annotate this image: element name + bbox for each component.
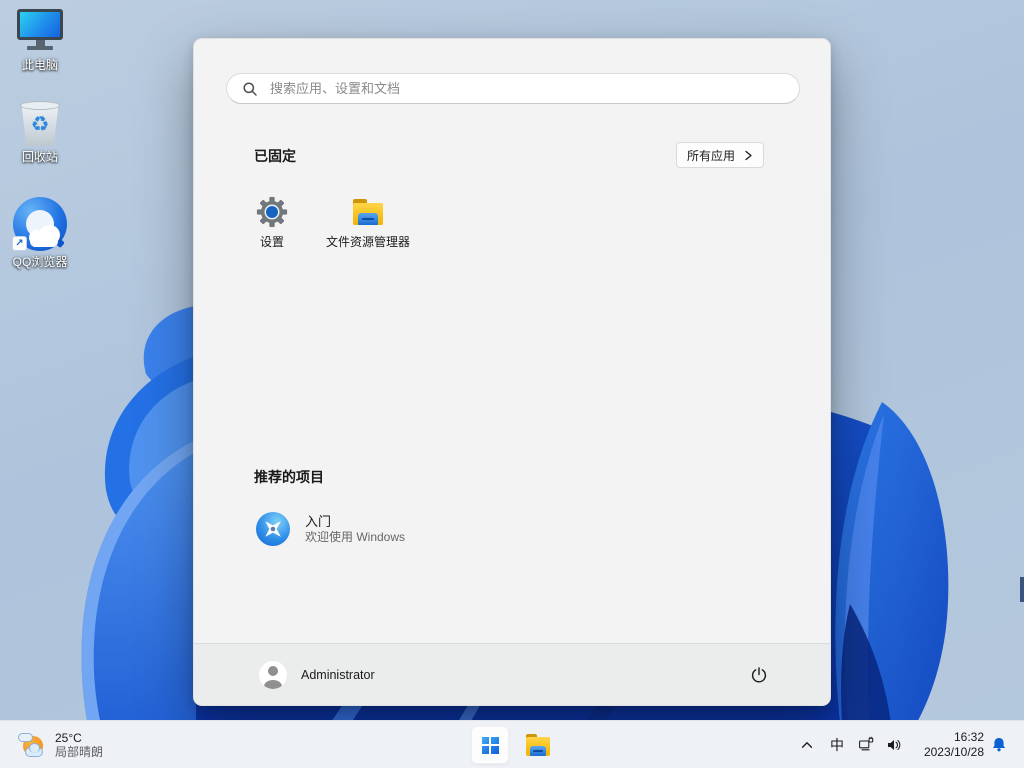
desktop-screen: 此电脑 ♻ 回收站 ↗ QQ浏览器 已固定 [0,0,1024,768]
all-apps-button[interactable]: 所有应用 [675,142,764,168]
chevron-up-icon [801,742,813,748]
search-box[interactable] [226,73,800,104]
desktop-icon-qq-browser[interactable]: ↗ QQ浏览器 [1,196,79,269]
pinned-header: 已固定 [254,148,296,164]
desktop-icon-this-pc[interactable]: 此电脑 [1,9,79,72]
pinned-app-settings[interactable]: 设置 [224,185,320,273]
desktop-icon-recycle-bin[interactable]: ♻ 回收站 [1,101,79,164]
tray-overflow-button[interactable] [792,725,822,765]
all-apps-label: 所有应用 [686,148,735,163]
chevron-right-icon [745,150,752,160]
folder-icon [352,196,384,228]
speaker-icon [888,739,901,751]
start-button[interactable] [471,726,509,764]
avatar [259,660,287,689]
recommended-item-get-started[interactable]: 入门 欢迎使用 Windows [241,499,581,559]
network-button[interactable] [852,725,880,765]
weather-condition: 局部晴朗 [55,745,104,759]
settings-gear-icon [256,196,288,228]
start-menu-footer: Administrator [194,643,830,705]
user-account-button[interactable]: Administrator [247,655,387,695]
user-name: Administrator [301,667,375,682]
weather-icon [18,732,46,759]
clock[interactable]: 16:32 2023/10/28 [914,730,984,760]
shortcut-arrow-icon: ↗ [12,236,27,251]
desktop-icon-label: 此电脑 [21,58,58,72]
ime-indicator[interactable]: 中 [822,725,852,765]
qq-browser-icon: ↗ [12,196,68,252]
taskbar: 25°C 局部晴朗 中 16:32 2023/10/28 [0,720,1024,768]
recommended-item-subtitle: 欢迎使用 Windows [305,530,406,544]
ime-label: 中 [830,737,844,753]
recycle-bin-icon: ♻ [18,101,62,147]
get-started-icon [256,512,290,546]
start-menu: 已固定 所有应用 [193,38,831,706]
pinned-app-label: 设置 [259,235,284,249]
taskbar-file-explorer-button[interactable] [519,726,557,764]
volume-button[interactable] [880,725,908,765]
folder-icon [525,732,551,759]
notifications-button[interactable] [984,725,1014,765]
pinned-app-file-explorer[interactable]: 文件资源管理器 [320,185,416,273]
desktop-icon-label: 回收站 [21,150,58,164]
recommended-item-title: 入门 [305,514,332,529]
search-icon [243,81,257,96]
ethernet-network-icon [859,736,874,751]
search-input[interactable] [268,80,787,97]
clock-date: 2023/10/28 [923,745,984,759]
weather-widget[interactable]: 25°C 局部晴朗 [10,724,111,766]
clock-time: 16:32 [953,730,984,744]
desktop-icon-label: QQ浏览器 [12,255,68,269]
windows-logo-icon [481,736,499,754]
pinned-app-label: 文件资源管理器 [325,235,410,249]
notification-bell-icon [992,737,1006,752]
taskbar-center [471,726,557,764]
this-pc-icon [17,9,63,55]
power-button[interactable] [740,656,778,694]
recycle-symbol-icon: ♻ [30,112,50,136]
recommended-header: 推荐的项目 [254,469,324,485]
screen-edge-artifact [1020,577,1024,602]
power-icon [751,667,767,683]
system-tray: 中 16:32 2023/10/28 [792,721,1014,768]
weather-temperature: 25°C [55,731,82,745]
